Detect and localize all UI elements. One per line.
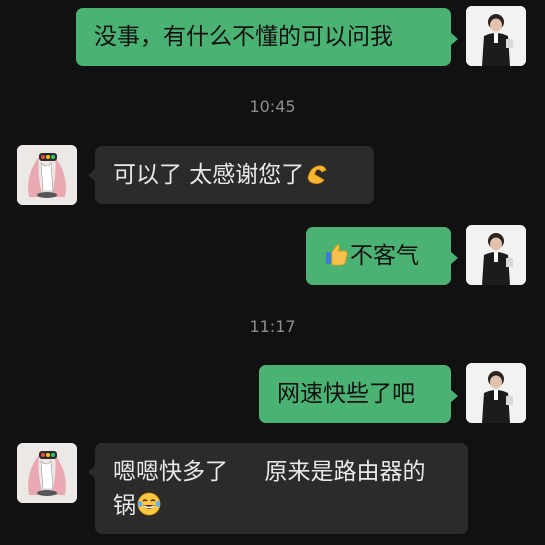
outgoing-message-bubble[interactable]: 网速快些了吧	[259, 365, 458, 423]
person-in-suit-avatar-image	[466, 363, 526, 423]
ok-hand-icon	[304, 160, 330, 196]
person-in-suit-avatar-image	[466, 225, 526, 285]
thumbs-up-icon	[324, 241, 350, 277]
my-avatar[interactable]	[466, 225, 526, 285]
message-text: 网速快些了吧	[277, 381, 415, 407]
message-text: 没事，有什么不懂的可以问我	[94, 24, 393, 50]
timestamp: 10:45	[249, 97, 296, 116]
incoming-message-bubble[interactable]: 嗯嗯快多了 原来是路由器的 锅	[88, 443, 468, 534]
person-in-suit-avatar-image	[466, 6, 526, 66]
my-avatar[interactable]	[466, 6, 526, 66]
cartoon-figure-avatar-image	[17, 145, 77, 205]
contact-avatar[interactable]	[17, 145, 77, 205]
message-text-line: 嗯嗯快多了 原来是路由器的	[113, 459, 426, 485]
tears-of-joy-icon	[136, 491, 162, 527]
cartoon-figure-avatar-image	[17, 443, 77, 503]
message-text-line-2: 锅	[113, 489, 450, 527]
message-text: 可以了 太感谢您了	[113, 162, 305, 188]
incoming-message-bubble[interactable]: 可以了 太感谢您了	[88, 146, 374, 204]
message-text: 不客气	[350, 243, 419, 269]
my-avatar[interactable]	[466, 363, 526, 423]
message-text: 锅	[113, 493, 136, 519]
outgoing-message-bubble[interactable]: 不客气	[306, 227, 458, 285]
timestamp: 11:17	[249, 317, 296, 336]
outgoing-message-bubble[interactable]: 没事，有什么不懂的可以问我	[76, 8, 458, 66]
contact-avatar[interactable]	[17, 443, 77, 503]
